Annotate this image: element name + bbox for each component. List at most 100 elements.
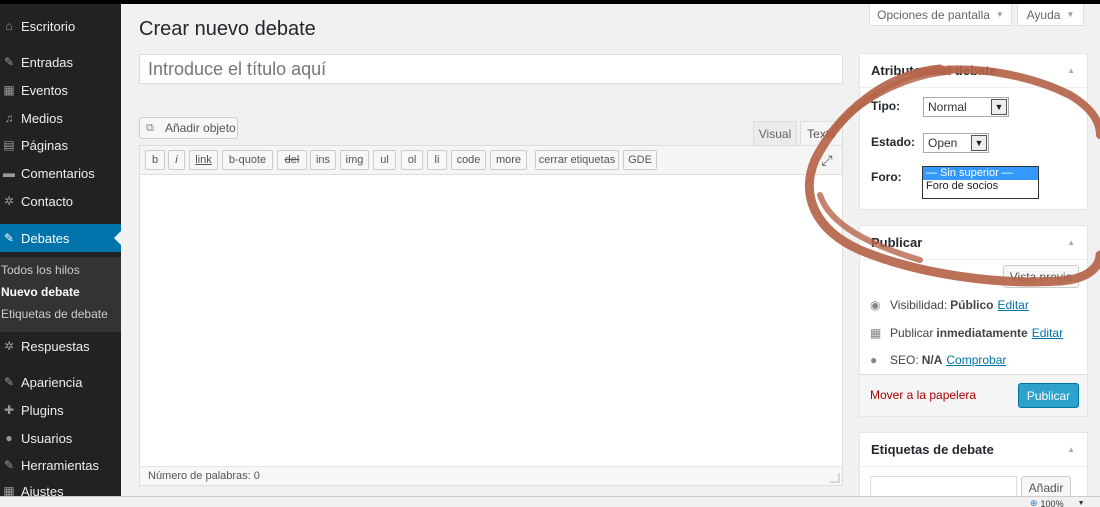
title-placeholder: Introduce el título aquí [148,58,327,79]
sidebar-item-label: Respuestas [21,338,90,354]
forum-listbox[interactable]: — Sin superior — Foro de socios [922,166,1039,199]
collapse-icon[interactable]: ▲ [1067,66,1075,75]
visibility-value: Público [950,298,994,312]
status-label: Estado: [871,135,916,149]
collapse-icon[interactable]: ▲ [1067,445,1075,454]
qt-gde-button[interactable]: GDE [623,150,657,170]
qt-close-tags-button[interactable]: cerrar etiquetas [535,150,619,170]
move-to-trash-link[interactable]: Mover a la papelera [870,388,976,402]
attributes-header[interactable]: Atributos del debate ▲ [860,54,1087,88]
sidebar-item-label: Apariencia [21,374,83,390]
comments-icon: ▬ [3,166,15,180]
publish-button[interactable]: Publicar [1018,383,1079,408]
screen-options-label: Opciones de pantalla [877,7,990,22]
seo-check-link[interactable]: Comprobar [946,353,1006,367]
submenu-item-etiquetas[interactable]: Etiquetas de debate [1,307,108,321]
preview-button[interactable]: Vista previa [1003,265,1079,288]
collapse-icon[interactable]: ▲ [1067,238,1075,247]
publish-when-value: inmediatamente [936,326,1028,340]
qt-bold-button[interactable]: b [145,150,165,170]
qt-italic-button[interactable]: i [168,150,185,170]
sidebar-item-medios[interactable]: ♫ Medios [0,104,121,132]
fullscreen-icon[interactable]: ⤢ [819,152,835,168]
qt-bquote-button[interactable]: b-quote [222,150,273,170]
type-select[interactable]: Normal ▼ [923,97,1009,117]
tab-visual-label: Visual [758,126,792,141]
tags-input[interactable] [870,476,1017,498]
sidebar-item-label: Debates [21,230,70,246]
sidebar-item-respuestas[interactable]: ✲ Respuestas [0,332,121,360]
submenu-item-nuevo[interactable]: Nuevo debate [1,285,80,299]
triangle-down-icon: ▼ [995,10,1004,19]
visibility-label: Visibilidad: [890,298,948,312]
triangle-down-icon: ▼ [1066,10,1075,19]
sidebar-item-plugins[interactable]: ✚ Plugins [0,396,121,424]
settings-icon: ▦ [3,484,15,496]
sidebar-item-apariencia[interactable]: ✎ Apariencia [0,368,121,396]
chevron-down-icon: ▼ [1077,500,1085,507]
qt-ul-button[interactable]: ul [373,150,396,170]
pin-icon: ✎ [3,55,15,69]
sidebar-item-label: Comentarios [21,165,95,181]
submenu-item-todos[interactable]: Todos los hilos [1,263,80,277]
debates-submenu: Todos los hilos Nuevo debate Etiquetas d… [0,257,121,332]
sidebar-item-usuarios[interactable]: ● Usuarios [0,424,121,452]
browser-status-bar [0,496,1100,507]
sidebar-item-paginas[interactable]: ▤ Páginas [0,131,121,159]
add-tag-label: Añadir [1028,480,1064,495]
qt-del-button[interactable]: del [277,150,307,170]
gear-icon: ✲ [3,194,15,208]
edit-schedule-link[interactable]: Editar [1032,326,1063,340]
zoom-level: 100% [1040,498,1064,507]
admin-sidebar: ⌂ Escritorio ✎ Entradas ▦ Eventos ♫ Medios ▤… [0,4,121,496]
sidebar-item-debates[interactable]: ✎ Debates [0,224,121,252]
resize-handle-icon[interactable] [830,473,840,483]
attributes-title: Atributos del debate [871,63,997,78]
qt-ins-button[interactable]: ins [310,150,336,170]
sidebar-item-eventos[interactable]: ▦ Eventos [0,76,121,104]
zoom-control[interactable]: ⊕ 100% ▼ [1030,498,1085,507]
forum-icon: ✎ [3,231,15,245]
title-input[interactable]: Introduce el título aquí [139,54,843,84]
forum-option[interactable]: Foro de socios [923,180,1038,193]
tab-text[interactable]: Texto [800,121,843,145]
user-icon: ● [5,431,13,445]
sidebar-item-ajustes[interactable]: ▦ Ajustes [0,479,121,496]
sidebar-item-escritorio[interactable]: ⌂ Escritorio [0,12,121,40]
plug-icon: ✚ [3,403,15,417]
publish-when-label: Publicar [890,326,934,340]
zoom-icon: ⊕ [1030,498,1038,507]
status-select[interactable]: Open ▼ [923,133,989,153]
sidebar-item-label: Entradas [21,54,74,70]
edit-visibility-link[interactable]: Editar [998,298,1029,312]
sidebar-item-entradas[interactable]: ✎ Entradas [0,48,121,76]
attributes-box: Atributos del debate ▲ Tipo: Normal ▼ Esta… [859,53,1088,210]
tags-header[interactable]: Etiquetas de debate ▲ [860,433,1087,467]
seo-value: N/A [921,353,943,367]
qt-code-button[interactable]: code [451,150,486,170]
help-button[interactable]: Ayuda ▼ [1017,4,1084,26]
circle-icon: ● [870,353,878,367]
brush-icon: ✎ [3,375,15,389]
qt-li-button[interactable]: li [427,150,447,170]
page-title: Crear nuevo debate [139,18,316,40]
tab-visual[interactable]: Visual [753,121,797,145]
sidebar-item-label: Eventos [21,82,68,98]
tags-title: Etiquetas de debate [871,442,994,457]
schedule-row: ▦ Publicar inmediatamente Editar [870,326,1063,340]
screen-options-button[interactable]: Opciones de pantalla ▼ [869,4,1012,26]
sidebar-item-label: Contacto [21,193,74,209]
qt-link-button[interactable]: link [189,150,218,170]
sidebar-item-herramientas[interactable]: ✎ Herramientas [0,451,121,479]
forum-option[interactable]: — Sin superior — [923,167,1038,180]
publish-header[interactable]: Publicar ▲ [860,226,1087,260]
sidebar-item-contacto[interactable]: ✲ Contacto [0,187,121,215]
qt-img-button[interactable]: img [340,150,369,170]
help-label: Ayuda [1026,7,1061,22]
qt-more-button[interactable]: more [490,150,527,170]
dashboard-icon: ⌂ [5,19,13,33]
sidebar-item-comentarios[interactable]: ▬ Comentarios [0,159,121,187]
qt-ol-button[interactable]: ol [401,150,423,170]
add-media-button[interactable]: ⧉ Añadir objeto [139,117,238,139]
sidebar-item-label: Usuarios [21,430,73,446]
